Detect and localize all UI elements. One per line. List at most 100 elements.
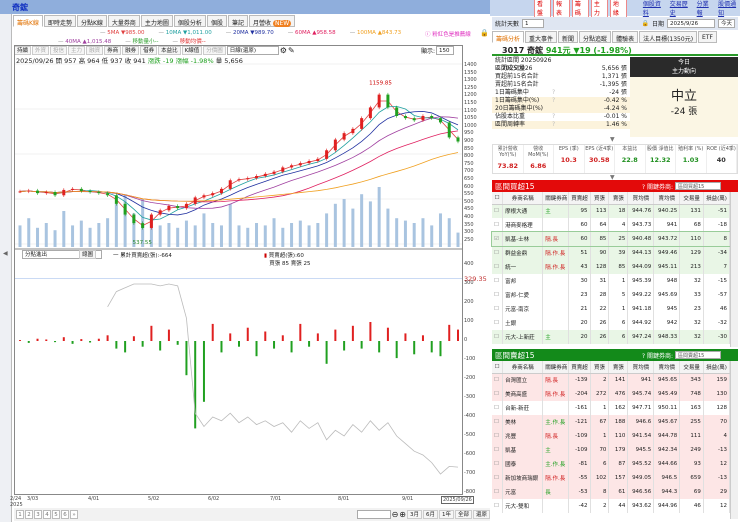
broker-name[interactable]: 港商麥格理	[502, 218, 544, 232]
days-select[interactable]: 1	[522, 19, 545, 28]
broker-name[interactable]: 新加坡商瑞銀	[502, 471, 544, 485]
key-broker-select[interactable]: 區間買超15	[675, 182, 721, 190]
row-checkbox[interactable]: ☐	[492, 471, 504, 485]
help-icon[interactable]: ?	[552, 97, 582, 105]
help-icon[interactable]	[552, 81, 582, 89]
nav-link[interactable]: 交易歷史	[670, 0, 692, 17]
key-broker-select[interactable]: 區間賣超15	[675, 351, 721, 359]
scrollbar[interactable]	[730, 361, 738, 519]
scrollbar[interactable]	[730, 192, 738, 347]
zoom-in-icon[interactable]: ⊕	[399, 510, 406, 519]
row-checkbox[interactable]: ☐	[492, 218, 504, 232]
page-button[interactable]: »	[70, 510, 78, 519]
column-header[interactable]: 買賣超	[568, 361, 591, 374]
row-checkbox[interactable]: ☐	[492, 401, 504, 415]
broker-name[interactable]: 富邦-仁愛	[502, 288, 544, 302]
ma-legend-item[interactable]: — 60MA ▲958.58	[288, 30, 336, 36]
nav-link[interactable]: 股價通知	[718, 0, 740, 17]
lock-icon[interactable]: 🔒	[641, 20, 648, 27]
column-header[interactable]: 買均價	[627, 192, 655, 205]
broker-name[interactable]: 土銀	[502, 316, 544, 330]
right-tab[interactable]: 分點追蹤	[579, 31, 612, 43]
tab-1[interactable]: 即時走勢	[43, 15, 76, 27]
broker-name[interactable]: 元大-上新莊	[502, 330, 544, 344]
chart-canvas[interactable]: 1159.85 537.55	[14, 45, 463, 495]
ma-legend-item[interactable]: — 10MA ▼1,011.00	[158, 30, 211, 36]
column-header[interactable]: 券商名稱	[502, 361, 544, 374]
today-button[interactable]: 今天	[717, 19, 735, 28]
row-checkbox[interactable]: ☐	[492, 429, 504, 443]
table-row[interactable]: ☐ 新加坡商瑞銀 隔.作.長 -55 102 157 949.05 946.5 659 -13	[492, 471, 731, 485]
page-button[interactable]: 4	[43, 510, 51, 519]
table-row[interactable]: ☐ 元大-雙和 -42 2 44 943.62 944.96 46 12	[492, 499, 731, 513]
right-tab[interactable]: ETF	[698, 31, 717, 43]
column-header[interactable]: 買張	[590, 192, 610, 205]
table-row[interactable]: ☐ 國泰 主.作.長 -81 6 87 945.52 944.66 93 12	[492, 457, 731, 471]
tab-2[interactable]: 分點K線	[76, 15, 107, 27]
select-all-checkbox[interactable]: ☐	[492, 361, 504, 374]
right-tab[interactable]: 體驗表	[612, 31, 639, 43]
range-button[interactable]: 全部	[454, 510, 472, 519]
page-button[interactable]: 2	[25, 510, 33, 519]
column-header[interactable]: 賣均價	[653, 192, 681, 205]
table-row[interactable]: ☐ 美商高盛 隔.作.長 -204 272 476 945.74 945.49 748 130	[492, 387, 731, 401]
lock-icon[interactable]: 🔒	[480, 29, 489, 37]
table-row[interactable]: ☐ 群益金鼎 隔.作.長 51 90 39 944.13 949.46 129 -34	[492, 246, 731, 260]
column-header[interactable]: 交易量	[679, 361, 704, 374]
row-checkbox[interactable]: ☐	[492, 288, 504, 302]
table-row[interactable]: ☑ 凱基-士林 隔.長 60 85 25 940.48 943.72 110 8	[491, 231, 731, 247]
table-row[interactable]: ☐ 摩根大通主 95 113 18 944.76 940.25 131 -51	[492, 204, 731, 218]
column-header[interactable]: 買賣超	[568, 192, 591, 205]
right-tab[interactable]: 籌碼分析	[492, 31, 525, 43]
table-row[interactable]: ☐ 土銀 20 26 6 944.92 942 32 -32	[492, 316, 731, 330]
column-header[interactable]: 券商名稱	[502, 192, 544, 205]
expand-arrow-icon[interactable]: ▼	[610, 136, 615, 143]
broker-name[interactable]: 統一	[502, 260, 544, 274]
range-button[interactable]: 1年	[438, 510, 454, 519]
row-checkbox[interactable]: ☐	[492, 443, 504, 457]
row-checkbox[interactable]: ☐	[492, 373, 504, 387]
row-checkbox[interactable]: ☐	[492, 330, 504, 344]
broker-name[interactable]: 群益金鼎	[502, 246, 544, 260]
row-checkbox[interactable]: ☐	[492, 387, 504, 401]
column-header[interactable]: 損益(萬)	[703, 192, 731, 205]
page-button[interactable]: 1	[16, 510, 24, 519]
ma-legend-item[interactable]: — 20MA ▼989.70	[226, 30, 274, 36]
help-icon[interactable]	[552, 73, 582, 81]
table-row[interactable]: ☐ 港商麥格理 60 64 4 943.73 941 68 -18	[492, 218, 731, 232]
column-header[interactable]: 賣張	[608, 192, 629, 205]
row-checkbox[interactable]: ☐	[492, 415, 504, 429]
total-chart-button[interactable]: 總圖	[79, 250, 97, 259]
table-row[interactable]: ☐ 兆豐 隔.長 -109 1 110 941.54 944.78 111 4	[492, 429, 731, 443]
column-header[interactable]: 買張	[590, 361, 610, 374]
nav-link[interactable]: 個股資料	[643, 0, 665, 17]
page-button[interactable]: 5	[52, 510, 60, 519]
right-tab[interactable]: 新聞	[558, 31, 579, 43]
table-row[interactable]: ☐ 統一 隔.作.長 43 128 85 944.09 945.11 213 7	[492, 260, 731, 274]
range-button[interactable]: 還原	[472, 510, 490, 519]
row-checkbox[interactable]: ☐	[492, 316, 504, 330]
select-all-checkbox[interactable]: ☐	[492, 192, 504, 205]
help-icon[interactable]	[552, 105, 582, 113]
broker-name[interactable]: 美商高盛	[502, 387, 544, 401]
column-header[interactable]: 損益(萬)	[703, 361, 731, 374]
table-row[interactable]: ☐ 美林 主.作.長 -121 67 188 946.6 945.67 255 70	[492, 415, 731, 429]
row-checkbox[interactable]: ☐	[492, 260, 504, 274]
row-checkbox[interactable]: ☐	[492, 274, 504, 288]
zoom-out-icon[interactable]: ⊖	[392, 510, 399, 519]
broker-name[interactable]: 元富	[502, 485, 544, 499]
tab-5[interactable]: 個股分析	[173, 15, 206, 27]
column-header[interactable]: 買均價	[627, 361, 655, 374]
ma-legend-item[interactable]: — 5MA ▼985.00	[100, 30, 144, 36]
broker-name[interactable]: 兆豐	[502, 429, 544, 443]
broker-name[interactable]: 元富-南京	[502, 302, 544, 316]
help-icon[interactable]: ?	[552, 121, 582, 129]
tab-3[interactable]: 大量券商	[107, 15, 140, 27]
broker-name[interactable]: 台灣匯立	[502, 373, 544, 387]
table-row[interactable]: ☐ 台灣匯立 隔.長 -139 2 141 941 945.65 343 159	[492, 373, 731, 387]
page-button[interactable]: 6	[61, 510, 69, 519]
broker-name[interactable]: 美林	[502, 415, 544, 429]
table-row[interactable]: ☐ 台新-新莊 -161 1 162 947.71 950.11 163 128	[492, 401, 731, 415]
row-checkbox[interactable]: ☑	[492, 232, 504, 246]
nav-link[interactable]: 分業報	[697, 0, 713, 17]
